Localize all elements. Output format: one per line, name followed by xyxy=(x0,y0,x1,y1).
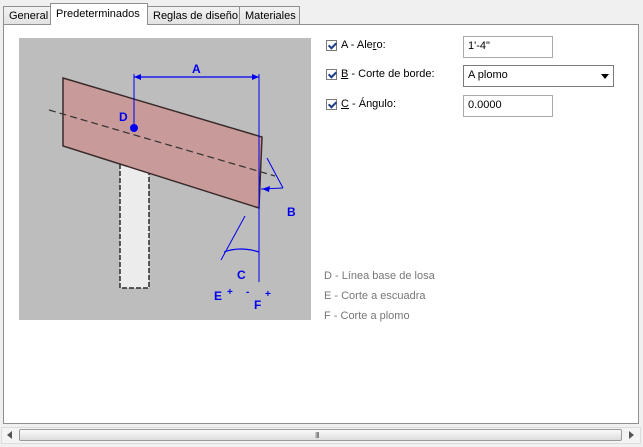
field-a-label: A - Alero: xyxy=(341,39,386,51)
legend-f: F - Corte a plomo xyxy=(324,310,410,322)
legend-e: E - Corte a escuadra xyxy=(324,290,426,302)
arrow-right-icon xyxy=(629,431,634,439)
tab-reglas-de-diseno[interactable]: Reglas de diseño xyxy=(147,6,240,24)
edge-cut-value: A plomo xyxy=(468,69,508,81)
roof-slab xyxy=(62,76,263,210)
tab-predeterminados[interactable]: Predeterminados xyxy=(50,3,148,25)
eave-diagram-drawing: A D B C E F + - + xyxy=(48,62,296,312)
checkbox-b[interactable] xyxy=(326,69,337,80)
field-b-label: B - Corte de borde: xyxy=(341,68,435,80)
chevron-down-icon[interactable] xyxy=(601,74,609,79)
tab-general[interactable]: General xyxy=(3,6,51,24)
scroll-right-button[interactable] xyxy=(623,428,640,443)
square-cut-line xyxy=(220,215,246,261)
arrow-left-icon xyxy=(7,431,12,439)
checkbox-c[interactable] xyxy=(326,99,337,110)
dimension-b-leader xyxy=(266,157,284,189)
legend-d: D - Línea base de losa xyxy=(324,270,435,282)
label-c: C xyxy=(237,268,246,282)
label-f-minus: - xyxy=(246,287,249,298)
dimension-a-arrow-right xyxy=(252,74,259,80)
scroll-left-button[interactable] xyxy=(2,428,19,443)
tab-materiales[interactable]: Materiales xyxy=(239,6,300,24)
dimension-a-arrow-left xyxy=(134,74,141,80)
overhang-input[interactable]: 1'-4" xyxy=(463,36,553,58)
baseline-point xyxy=(130,124,138,132)
label-b: B xyxy=(287,205,296,219)
label-e-plus: + xyxy=(227,287,233,298)
grip-icon: III xyxy=(315,431,320,440)
edge-cut-select[interactable]: A plomo xyxy=(463,65,614,87)
dimension-b-arrow xyxy=(262,186,270,192)
angle-input[interactable]: 0.0000 xyxy=(463,95,553,117)
label-a: A xyxy=(192,62,201,76)
field-c-label: C - Ángulo: xyxy=(341,98,397,110)
angle-c-arc xyxy=(223,248,260,253)
tab-strip: General Predeterminados Reglas de diseño… xyxy=(0,0,643,25)
checkbox-a[interactable] xyxy=(326,40,337,51)
label-f: F xyxy=(254,298,261,312)
horizontal-scrollbar[interactable]: III xyxy=(1,427,641,444)
scroll-thumb[interactable]: III xyxy=(19,429,622,441)
label-e: E xyxy=(214,289,222,303)
tab-panel: A D B C E F + - + A - Alero: 1'-4" B - C… xyxy=(3,24,639,424)
label-f-plus: + xyxy=(265,289,271,300)
label-d: D xyxy=(119,110,128,124)
wall xyxy=(119,156,150,289)
field-c-row: C - Ángulo: xyxy=(326,97,466,119)
field-a-row: A - Alero: xyxy=(326,38,466,60)
eave-diagram: A D B C E F + - + xyxy=(19,38,311,320)
field-b-row: B - Corte de borde: xyxy=(326,67,466,89)
